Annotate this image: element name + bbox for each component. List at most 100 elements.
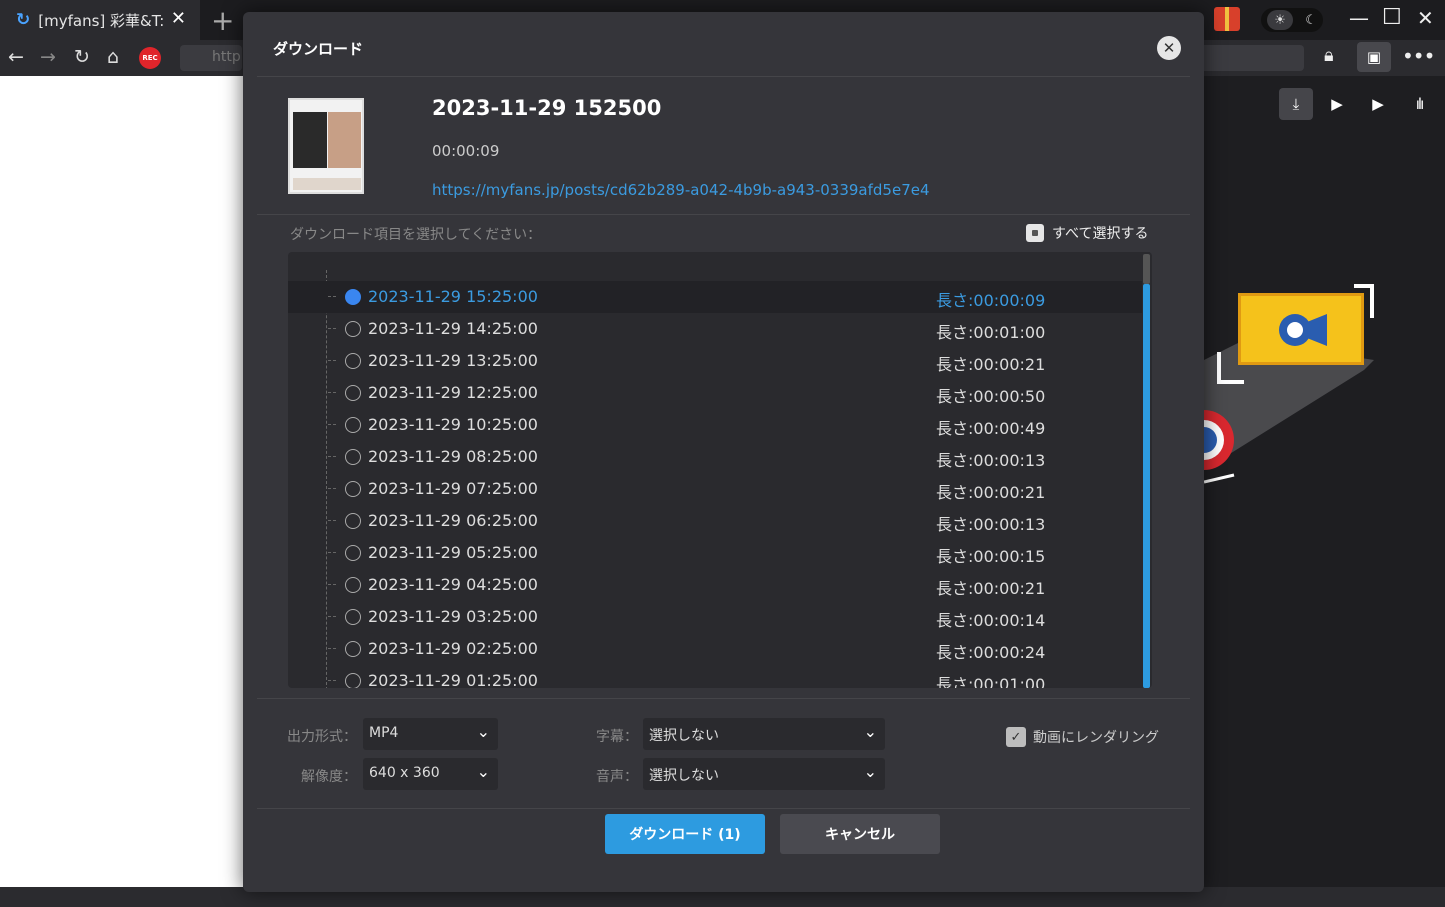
radio-button[interactable] <box>345 289 361 305</box>
list-item[interactable]: 2023-11-29 12:25:00 長さ:00:00:50 <box>288 377 1142 409</box>
radio-button[interactable] <box>345 513 361 529</box>
browser-tab[interactable]: ↻ [myfans] 彩華&T: ✕ <box>0 0 200 40</box>
chevron-down-icon: ⌄ <box>863 762 877 781</box>
dialog-title: ダウンロード <box>273 40 364 58</box>
item-date: 2023-11-29 04:25:00 <box>368 575 538 594</box>
resolution-dropdown[interactable]: 640 x 360 ⌄ <box>363 758 498 790</box>
item-length: 長さ:00:00:13 <box>936 515 1046 534</box>
tree-branch <box>328 392 336 393</box>
format-dropdown[interactable]: MP4 ⌄ <box>363 718 498 750</box>
render-checkbox[interactable]: ✓ 動画にレンダリング <box>1006 727 1159 747</box>
radio-button[interactable] <box>345 481 361 497</box>
tree-branch <box>328 520 336 521</box>
extension-icon[interactable]: ▣ <box>1357 42 1391 72</box>
item-list: 2023-11-29 15:25:00 長さ:00:00:09 2023-11-29… <box>288 252 1152 688</box>
format-value: MP4 <box>369 725 399 741</box>
item-date: 2023-11-29 06:25:00 <box>368 511 538 530</box>
record-video-icon[interactable]: ▶ <box>1361 88 1395 120</box>
item-date: 2023-11-29 14:25:00 <box>368 319 538 338</box>
radio-button[interactable] <box>345 673 361 688</box>
web-page-content <box>0 76 243 887</box>
address-bar-end[interactable] <box>1204 45 1304 71</box>
video-url-link[interactable]: https://myfans.jp/posts/cd62b289-a042-4b… <box>432 181 930 199</box>
audio-wave-icon[interactable]: ılı <box>1402 88 1436 120</box>
divider <box>257 214 1190 215</box>
list-item[interactable]: 2023-11-29 07:25:00 長さ:00:00:21 <box>288 473 1142 505</box>
item-length: 長さ:00:00:50 <box>936 387 1046 406</box>
radio-button[interactable] <box>345 577 361 593</box>
download-icon[interactable]: ⤓ <box>1279 88 1313 120</box>
list-item[interactable]: 2023-11-29 06:25:00 長さ:00:00:13 <box>288 505 1142 537</box>
forward-icon[interactable]: → <box>40 46 56 68</box>
gift-icon[interactable] <box>1214 7 1240 31</box>
list-item[interactable]: 2023-11-29 04:25:00 長さ:00:00:21 <box>288 569 1142 601</box>
list-item[interactable]: 2023-11-29 10:25:00 長さ:00:00:49 <box>288 409 1142 441</box>
list-item[interactable]: 2023-11-29 13:25:00 長さ:00:00:21 <box>288 345 1142 377</box>
more-menu-icon[interactable]: ••• <box>1402 44 1435 68</box>
list-item[interactable]: 2023-11-29 05:25:00 長さ:00:00:15 <box>288 537 1142 569</box>
item-date: 2023-11-29 01:25:00 <box>368 671 538 688</box>
lock-icon[interactable]: 🔒︎ <box>1324 45 1334 66</box>
item-date: 2023-11-29 07:25:00 <box>368 479 538 498</box>
radio-button[interactable] <box>345 385 361 401</box>
address-text: http <box>212 49 241 65</box>
address-bar[interactable]: http <box>180 45 242 71</box>
list-item[interactable]: 2023-11-29 14:25:00 長さ:00:01:00 <box>288 313 1142 345</box>
radio-button[interactable] <box>345 609 361 625</box>
maximize-icon[interactable]: ☐ <box>1382 5 1402 30</box>
camera-app-icon <box>1279 314 1327 346</box>
divider <box>257 808 1190 809</box>
record-button[interactable]: REC <box>139 47 161 69</box>
item-date: 2023-11-29 15:25:00 <box>368 287 538 306</box>
radio-button[interactable] <box>345 321 361 337</box>
resolution-label: 解像度： <box>301 769 357 785</box>
video-icon[interactable]: ▶ <box>1320 88 1354 120</box>
cancel-button[interactable]: キャンセル <box>780 814 940 854</box>
subtitle-dropdown[interactable]: 選択しない ⌄ <box>643 718 885 750</box>
home-icon[interactable]: ⌂ <box>107 46 119 68</box>
subtitle-value: 選択しない <box>649 728 719 744</box>
tree-branch <box>328 456 336 457</box>
select-all-checkbox[interactable]: すべて選択する <box>1026 223 1148 243</box>
audio-dropdown[interactable]: 選択しない ⌄ <box>643 758 885 790</box>
plus-icon[interactable]: + <box>211 4 234 37</box>
list-item[interactable]: 2023-11-29 01:25:00 長さ:00:01:00 <box>288 665 1142 688</box>
render-label: 動画にレンダリング <box>1033 730 1159 746</box>
tree-branch <box>328 328 336 329</box>
minimize-icon[interactable]: — <box>1349 6 1369 30</box>
close-icon[interactable]: ✕ <box>1157 36 1181 60</box>
scrollbar-thumb[interactable] <box>1143 284 1150 688</box>
radio-button[interactable] <box>345 353 361 369</box>
tree-branch <box>328 296 336 297</box>
close-tab-icon[interactable]: ✕ <box>171 8 186 29</box>
list-item[interactable]: 2023-11-29 08:25:00 長さ:00:00:13 <box>288 441 1142 473</box>
radio-button[interactable] <box>345 545 361 561</box>
side-toolbar: ⤓ ▶ ▶ ılı <box>1204 88 1445 124</box>
item-length: 長さ:00:00:21 <box>936 483 1046 502</box>
tree-branch <box>328 648 336 649</box>
list-item[interactable]: 2023-11-29 02:25:00 長さ:00:00:24 <box>288 633 1142 665</box>
list-item[interactable]: 2023-11-29 03:25:00 長さ:00:00:14 <box>288 601 1142 633</box>
select-all-label: すべて選択する <box>1052 226 1149 242</box>
moon-icon: ☾ <box>1305 12 1317 28</box>
radio-button[interactable] <box>345 641 361 657</box>
scrollbar-cap <box>1143 254 1150 284</box>
tree-branch <box>328 584 336 585</box>
download-button[interactable]: ダウンロード (1) <box>605 814 765 854</box>
chevron-down-icon: ⌄ <box>476 762 490 781</box>
radio-button[interactable] <box>345 417 361 433</box>
list-item[interactable]: 2023-11-29 15:25:00 長さ:00:00:09 <box>288 281 1142 313</box>
tree-branch <box>328 616 336 617</box>
tree-branch <box>328 488 336 489</box>
item-length: 長さ:00:00:15 <box>936 547 1046 566</box>
chevron-down-icon: ⌄ <box>476 722 490 741</box>
reload-icon[interactable]: ↻ <box>74 46 90 68</box>
item-length: 長さ:00:00:49 <box>936 419 1046 438</box>
item-date: 2023-11-29 10:25:00 <box>368 415 538 434</box>
theme-toggle[interactable]: ☀ ☾ <box>1261 8 1323 32</box>
radio-button[interactable] <box>345 449 361 465</box>
window-close-icon[interactable]: ✕ <box>1417 6 1434 30</box>
format-label: 出力形式： <box>287 729 357 745</box>
back-icon[interactable]: ← <box>8 46 24 68</box>
select-prompt: ダウンロード項目を選択してください： <box>290 227 542 243</box>
